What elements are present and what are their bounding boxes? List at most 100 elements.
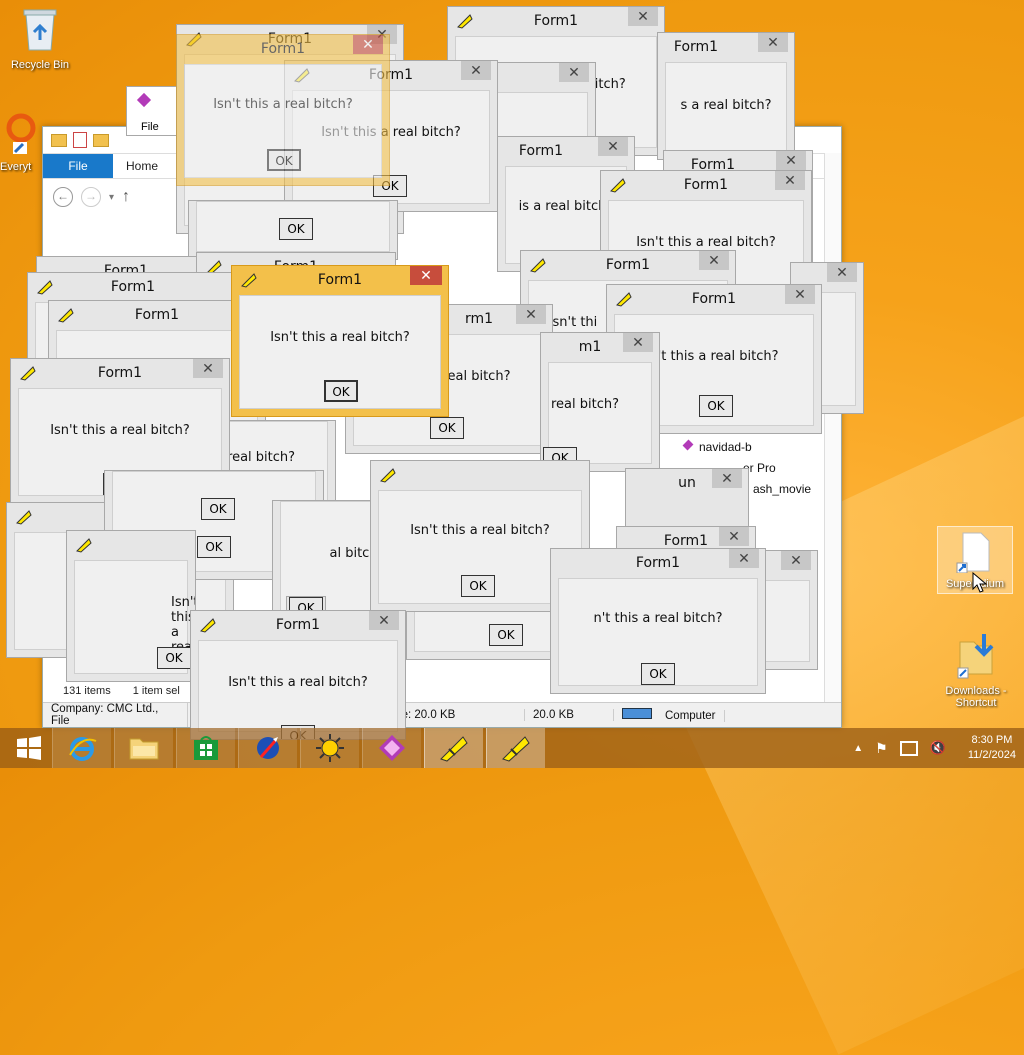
dialog-message-partial: n't this a real bitch? bbox=[593, 611, 723, 626]
file-label-partial: File bbox=[141, 121, 159, 133]
close-button[interactable]: ✕ bbox=[193, 359, 223, 378]
close-button[interactable]: ✕ bbox=[559, 63, 589, 82]
close-button[interactable]: ✕ bbox=[516, 305, 546, 324]
up-arrow-icon[interactable]: ↑ bbox=[122, 188, 130, 206]
app-button[interactable] bbox=[362, 728, 421, 768]
volume-muted-icon[interactable]: 🔇 bbox=[930, 740, 946, 756]
computer-label: Computer bbox=[657, 710, 725, 722]
close-button[interactable]: ✕ bbox=[712, 469, 742, 488]
close-button[interactable]: ✕ bbox=[719, 527, 749, 546]
close-button[interactable]: ✕ bbox=[598, 137, 628, 156]
dialog-message: Isn't this a real bitch? bbox=[636, 235, 776, 250]
ok-button[interactable]: OK bbox=[324, 380, 358, 402]
ok-button[interactable]: OK bbox=[201, 498, 235, 520]
ok-button[interactable]: OK bbox=[699, 395, 733, 417]
file-name: navidad-b bbox=[699, 440, 752, 454]
downloads-folder-icon bbox=[938, 632, 1014, 683]
dialog-message-partial: a real bitch? bbox=[214, 450, 296, 465]
status-computer: Computer bbox=[614, 708, 733, 722]
network-icon[interactable] bbox=[899, 740, 918, 756]
close-button[interactable]: ✕ bbox=[775, 171, 805, 190]
recycle-bin-icon bbox=[2, 6, 78, 57]
store-button[interactable] bbox=[176, 728, 235, 768]
status-company: Company: CMC Ltd., File bbox=[43, 703, 188, 727]
ok-button[interactable]: OK bbox=[430, 417, 464, 439]
sun-icon bbox=[316, 734, 344, 762]
window-client: Isn't this a real OK bbox=[74, 560, 195, 674]
form1-window[interactable]: Form1 ✕ Isn't this a real bitch? OK bbox=[190, 610, 406, 740]
close-button[interactable]: ✕ bbox=[461, 61, 491, 80]
form1-active-window[interactable]: Form1 ✕ Isn't this a real bitch? OK bbox=[231, 265, 449, 417]
close-button[interactable]: ✕ bbox=[699, 251, 729, 270]
close-button[interactable]: ✕ bbox=[623, 333, 653, 352]
ok-button[interactable]: OK bbox=[279, 218, 313, 240]
taskbar: ▲ ⚑ 🔇 8:30 PM 11/2/2024 bbox=[0, 728, 1024, 768]
file-tab[interactable]: File bbox=[43, 154, 113, 178]
clock-date: 11/2/2024 bbox=[967, 749, 1016, 761]
form1-window[interactable]: Isn't this a real OK bbox=[66, 530, 196, 682]
close-button[interactable]: ✕ bbox=[410, 266, 442, 285]
dialog-message: Isn't this a real bitch? bbox=[50, 423, 190, 438]
form1-window[interactable]: OK bbox=[188, 200, 398, 260]
close-button[interactable]: ✕ bbox=[369, 611, 399, 630]
details-status-bar: Company: CMC Ltd., File 50 PM, Size: 20.… bbox=[43, 702, 841, 727]
form1-window[interactable]: m1 ✕ real bitch? OK bbox=[540, 332, 660, 472]
file-explorer-button[interactable] bbox=[114, 728, 173, 768]
start-button[interactable] bbox=[0, 728, 58, 768]
properties-icon[interactable] bbox=[73, 132, 87, 148]
app-button[interactable] bbox=[300, 728, 359, 768]
recycle-bin-label: Recycle Bin bbox=[10, 59, 70, 71]
downloads-shortcut-desktop-icon[interactable]: Downloads - Shortcut bbox=[938, 632, 1014, 709]
list-item[interactable]: navidad-b bbox=[682, 437, 838, 458]
action-center-flag-icon[interactable]: ⚑ bbox=[875, 740, 888, 757]
close-button[interactable]: ✕ bbox=[776, 151, 806, 170]
mouse-cursor-icon bbox=[972, 572, 988, 593]
internet-explorer-icon bbox=[69, 737, 97, 761]
close-button[interactable]: ✕ bbox=[628, 7, 658, 26]
form1-taskbar-button[interactable] bbox=[424, 728, 483, 768]
item-count: 131 items bbox=[63, 685, 111, 697]
close-button[interactable]: ✕ bbox=[781, 551, 811, 570]
back-arrow-icon[interactable]: ← bbox=[53, 187, 73, 207]
ok-button[interactable]: OK bbox=[157, 647, 191, 669]
close-button[interactable]: ✕ bbox=[758, 33, 788, 52]
home-tab[interactable]: Home bbox=[113, 159, 171, 173]
status-size: 20.0 KB bbox=[525, 709, 614, 721]
new-folder-icon[interactable] bbox=[93, 133, 109, 147]
forward-arrow-icon[interactable]: → bbox=[81, 187, 101, 207]
close-button[interactable]: ✕ bbox=[353, 35, 383, 54]
close-button[interactable]: ✕ bbox=[729, 549, 759, 568]
ok-button[interactable]: OK bbox=[267, 149, 301, 171]
system-tray: ▲ ⚑ 🔇 8:30 PM 11/2/2024 bbox=[853, 728, 1016, 768]
dialog-message-partial: s a real bitch? bbox=[680, 98, 772, 113]
form1-taskbar-button[interactable] bbox=[486, 728, 545, 768]
everything-desktop-icon[interactable]: Everyt bbox=[0, 112, 46, 173]
dialog-message-partial: real bitch? bbox=[550, 397, 619, 412]
form1-window[interactable]: un ✕ bbox=[625, 468, 749, 528]
swf-diamond-icon bbox=[379, 735, 405, 761]
document-shortcut-icon bbox=[938, 531, 1012, 576]
ok-button[interactable]: OK bbox=[489, 624, 523, 646]
internet-explorer-button[interactable] bbox=[52, 728, 111, 768]
ok-button[interactable]: OK bbox=[197, 536, 231, 558]
item-count-bar: 131 items 1 item sel bbox=[63, 685, 180, 697]
ok-button[interactable]: OK bbox=[461, 575, 495, 597]
window-title: Form1 bbox=[110, 279, 156, 295]
close-button[interactable]: ✕ bbox=[785, 285, 815, 304]
form1-window[interactable]: Form1 ✕ n't this a real bitch? OK bbox=[550, 548, 766, 694]
window-client: s a real bitch? bbox=[665, 62, 787, 152]
form1-app-icon bbox=[440, 736, 468, 762]
recent-locations-chevron-icon[interactable]: ▾ bbox=[109, 192, 114, 203]
ok-button[interactable]: OK bbox=[641, 663, 675, 685]
clock[interactable]: 8:30 PM 11/2/2024 bbox=[968, 733, 1016, 763]
recycle-bin-desktop-icon[interactable]: Recycle Bin bbox=[2, 6, 78, 71]
app-button[interactable] bbox=[238, 728, 297, 768]
clock-time: 8:30 PM bbox=[971, 734, 1013, 746]
close-button[interactable]: ✕ bbox=[827, 263, 857, 282]
form1-ghost-window[interactable]: Form1 ✕ Isn't this a real bitch? OK bbox=[176, 34, 390, 186]
dialog-message: Isn't this a real bitch? bbox=[228, 675, 368, 690]
swf-file-icon bbox=[682, 439, 694, 451]
form1-window[interactable]: Form1 ✕ s a real bitch? bbox=[657, 32, 795, 160]
dialog-message: Isn't this a real bitch? bbox=[410, 523, 550, 538]
show-hidden-icons-chevron-icon[interactable]: ▲ bbox=[853, 743, 863, 754]
